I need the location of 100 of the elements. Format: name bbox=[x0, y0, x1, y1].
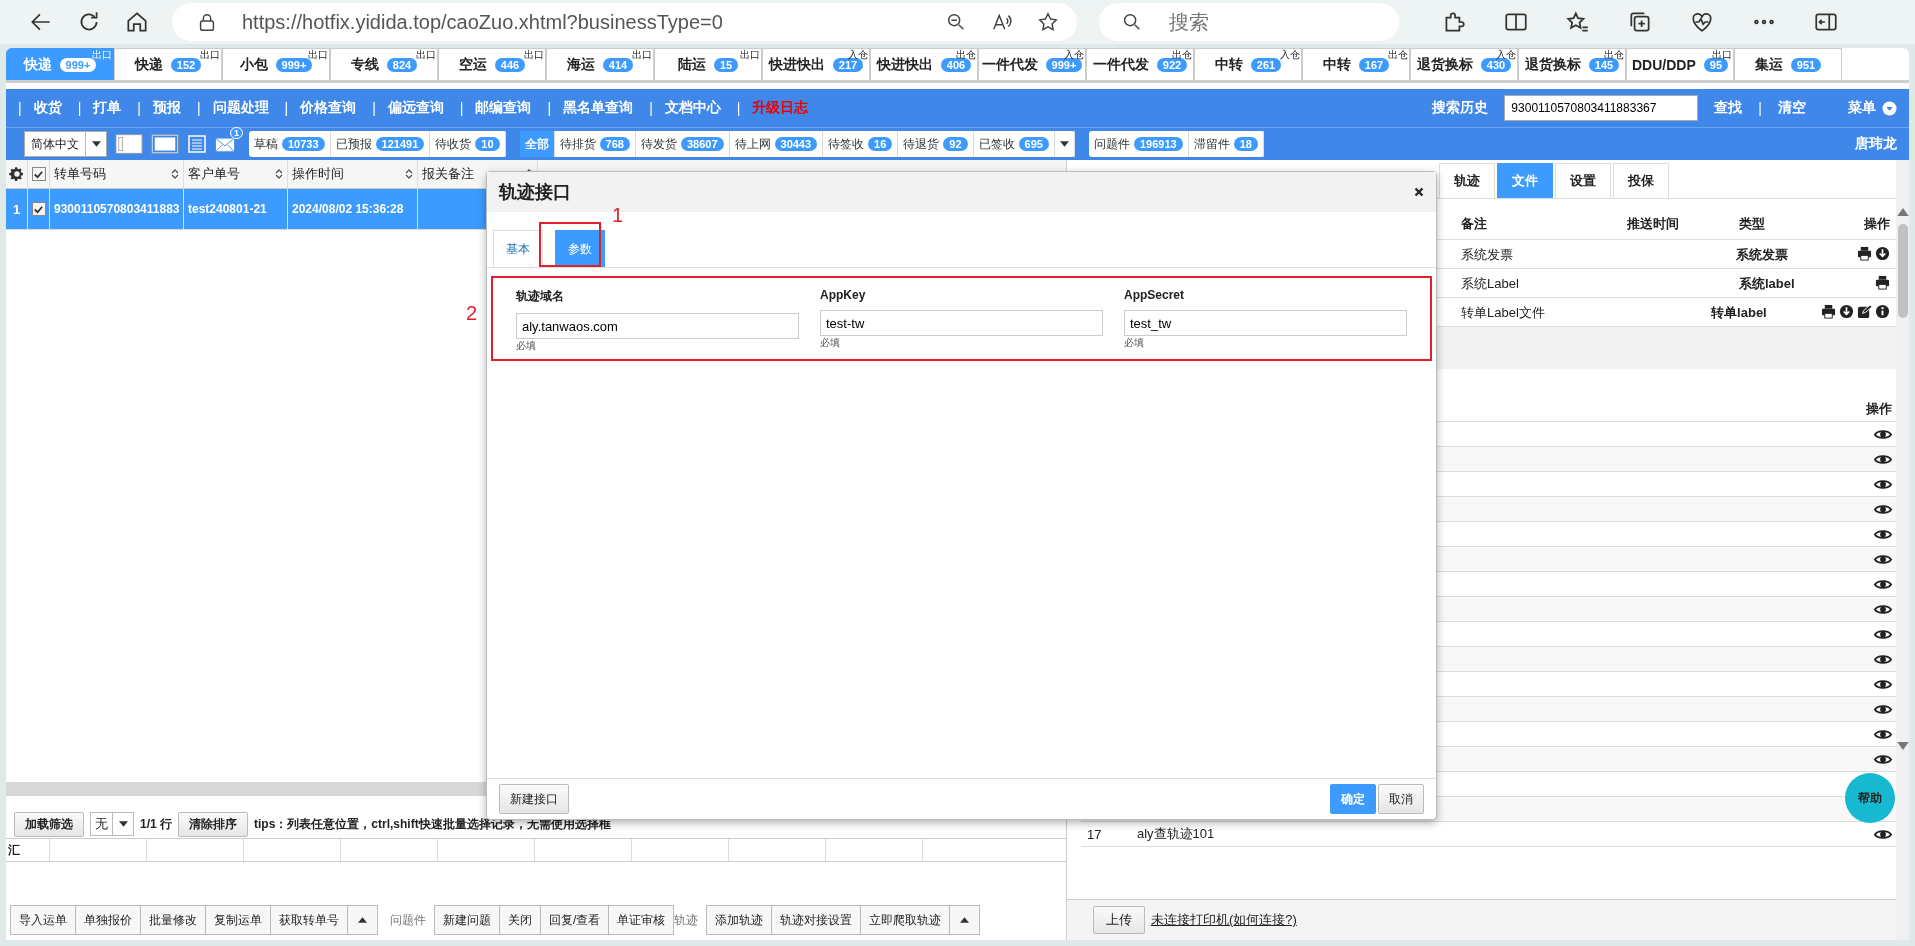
menu-item[interactable]: 价格查询 bbox=[300, 99, 357, 117]
menu-item[interactable]: 邮编查询 bbox=[475, 99, 532, 117]
view-icon[interactable] bbox=[1874, 627, 1892, 641]
scroll-down-icon[interactable] bbox=[1896, 742, 1909, 750]
search-history-field[interactable]: 9300110570803411883367 bbox=[1504, 95, 1699, 121]
printer-link[interactable]: 未连接打印机(如何连接?) bbox=[1151, 911, 1297, 929]
view-icon[interactable] bbox=[1874, 577, 1892, 591]
favorites-icon[interactable] bbox=[1565, 9, 1591, 35]
list-icon[interactable] bbox=[187, 134, 207, 154]
action-button[interactable]: 新建问题 bbox=[434, 905, 499, 935]
clear-sort-button[interactable]: 清除排序 bbox=[178, 811, 248, 837]
print-icon[interactable] bbox=[1821, 304, 1836, 319]
action-button[interactable]: 立即爬取轨迹 bbox=[860, 905, 950, 935]
status-filter[interactable]: 已预报 121491 bbox=[330, 131, 431, 157]
upload-button[interactable]: 上传 bbox=[1093, 906, 1145, 934]
status-filter[interactable]: 已签收 695 bbox=[973, 131, 1055, 157]
action-button[interactable]: 获取转单号 bbox=[270, 905, 347, 935]
menu-item[interactable]: 黑名单查询 bbox=[563, 99, 634, 117]
category-tab[interactable]: 中转 261 入仓 bbox=[1194, 48, 1302, 80]
view-icon[interactable] bbox=[1874, 677, 1892, 691]
vertical-scrollbar[interactable] bbox=[1896, 160, 1909, 940]
split-view-icon[interactable] bbox=[115, 133, 143, 155]
address-bar[interactable]: https://hotfix.yidida.top/caoZuo.xhtml?businessType=0 bbox=[172, 3, 1077, 41]
detail-tab[interactable]: 设置 bbox=[1555, 163, 1611, 198]
zoom-out-icon[interactable] bbox=[945, 11, 967, 33]
status-filter[interactable]: 待发货 38607 bbox=[635, 131, 730, 157]
category-tab[interactable]: 海运 414 出口 bbox=[546, 48, 654, 80]
column-header[interactable]: 操作时间 bbox=[288, 160, 418, 188]
filter-select[interactable]: 无 bbox=[90, 812, 134, 836]
settings-icon[interactable] bbox=[8, 166, 25, 182]
view-icon[interactable] bbox=[1874, 727, 1892, 741]
column-header[interactable]: 客户单号 bbox=[184, 160, 288, 188]
status-filter[interactable]: 滞留件 18 bbox=[1188, 131, 1264, 157]
status-filter[interactable]: 待排货 768 bbox=[554, 131, 636, 157]
expand-button[interactable] bbox=[347, 905, 378, 935]
action-button[interactable]: 单证审核 bbox=[608, 905, 675, 935]
scrollbar-thumb[interactable] bbox=[1897, 224, 1908, 318]
view-icon[interactable] bbox=[1874, 477, 1892, 491]
view-icon[interactable] bbox=[1874, 602, 1892, 616]
new-interface-button[interactable]: 新建接口 bbox=[499, 784, 569, 814]
action-button[interactable]: 导入运单 bbox=[10, 905, 75, 935]
view-icon[interactable] bbox=[1874, 552, 1892, 566]
column-header[interactable]: 转单号码 bbox=[50, 160, 184, 188]
category-tab[interactable]: 小包 999+ 出口 bbox=[222, 48, 330, 80]
category-tab[interactable]: 中转 167 出仓 bbox=[1302, 48, 1410, 80]
category-tab[interactable]: 陆运 15 出口 bbox=[654, 48, 762, 80]
view-icon[interactable] bbox=[1874, 527, 1892, 541]
category-tab[interactable]: 空运 446 出口 bbox=[438, 48, 546, 80]
category-tab[interactable]: 快递 152 出口 bbox=[114, 48, 222, 80]
status-filter[interactable]: 待退货 92 bbox=[898, 131, 974, 157]
menu-button[interactable]: 菜单 bbox=[1848, 99, 1897, 117]
view-icon[interactable] bbox=[1874, 752, 1892, 766]
full-view-icon[interactable] bbox=[151, 133, 179, 155]
action-button[interactable]: 轨迹对接设置 bbox=[771, 905, 861, 935]
find-link[interactable]: 查找 bbox=[1714, 99, 1743, 117]
menu-item[interactable]: 文档中心 bbox=[664, 99, 721, 117]
cancel-button[interactable]: 取消 bbox=[1378, 784, 1424, 814]
category-tab[interactable]: DDU/DDP 95 出口 bbox=[1626, 48, 1734, 80]
menu-item[interactable]: 打单 bbox=[93, 99, 122, 117]
action-button[interactable]: 单独报价 bbox=[75, 905, 140, 935]
status-filter[interactable]: 问题件 196913 bbox=[1088, 131, 1189, 157]
info-icon[interactable] bbox=[1875, 304, 1890, 319]
download-icon[interactable] bbox=[1875, 246, 1890, 261]
action-button[interactable]: 添加轨迹 bbox=[706, 905, 772, 935]
scroll-up-icon[interactable] bbox=[1896, 208, 1909, 216]
view-icon[interactable] bbox=[1874, 827, 1892, 841]
input-field[interactable]: test_tw bbox=[1124, 310, 1407, 336]
download-icon[interactable] bbox=[1839, 304, 1854, 319]
expand-button[interactable] bbox=[949, 905, 981, 935]
category-tab[interactable]: 专线 824 出口 bbox=[330, 48, 438, 80]
status-filter[interactable]: 待签收 16 bbox=[823, 131, 899, 157]
status-filter[interactable]: 草稿 10733 bbox=[249, 131, 331, 157]
status-filter[interactable]: 待收货 10 bbox=[430, 131, 506, 157]
view-icon[interactable] bbox=[1874, 652, 1892, 666]
action-button[interactable]: 关闭 bbox=[499, 905, 540, 935]
view-icon[interactable] bbox=[1874, 452, 1892, 466]
input-field[interactable]: aly.tanwaos.com bbox=[516, 313, 799, 339]
search-field[interactable]: 搜索 bbox=[1099, 3, 1399, 41]
status-filter[interactable]: 待上网 30443 bbox=[729, 131, 824, 157]
close-icon[interactable] bbox=[1414, 187, 1424, 197]
detail-tab[interactable]: 投保 bbox=[1613, 163, 1669, 198]
dialog-tab[interactable]: 基本 bbox=[493, 230, 543, 267]
print-icon[interactable] bbox=[1875, 275, 1890, 290]
collections-icon[interactable] bbox=[1627, 9, 1653, 35]
menu-item[interactable]: 收货 bbox=[33, 99, 62, 117]
language-select[interactable]: 简体中文 bbox=[24, 131, 107, 157]
view-icon[interactable] bbox=[1874, 427, 1892, 441]
menu-item[interactable]: 偏远查询 bbox=[387, 99, 444, 117]
load-filter-button[interactable]: 加载筛选 bbox=[14, 811, 84, 837]
clear-link[interactable]: 清空 bbox=[1778, 99, 1806, 117]
view-icon[interactable] bbox=[1874, 702, 1892, 716]
category-tab[interactable]: 集运 951 bbox=[1734, 48, 1842, 80]
action-button[interactable]: 回复/查看 bbox=[540, 905, 609, 935]
menu-item[interactable]: 预报 bbox=[152, 99, 181, 117]
action-button[interactable]: 复制运单 bbox=[205, 905, 270, 935]
edit-icon[interactable] bbox=[1857, 304, 1872, 319]
input-field[interactable]: test-tw bbox=[820, 310, 1103, 336]
star-icon[interactable] bbox=[1037, 11, 1059, 33]
view-icon[interactable] bbox=[1874, 502, 1892, 516]
action-button[interactable]: 批量修改 bbox=[140, 905, 205, 935]
